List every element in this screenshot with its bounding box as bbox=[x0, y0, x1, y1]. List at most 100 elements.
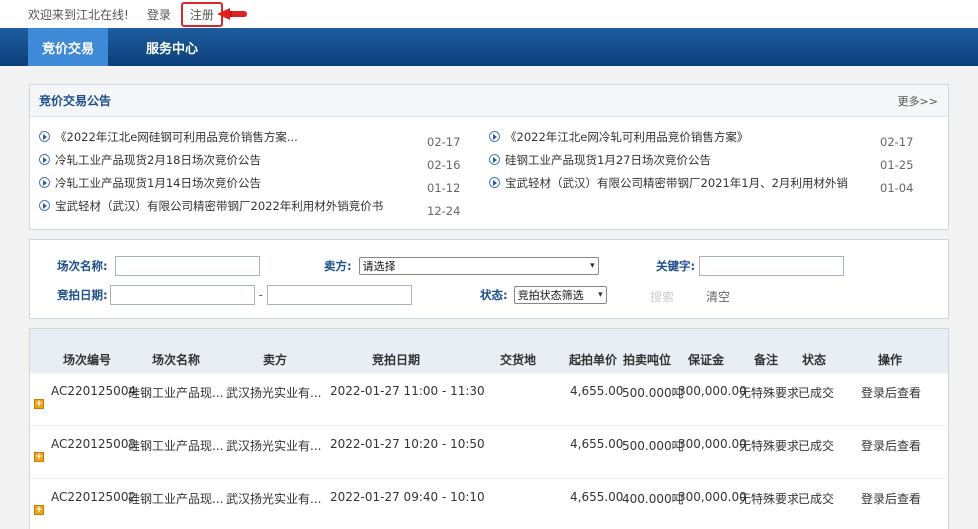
notice-list-left: 《2022年江北e网硅钢可利用品竞价销售方案... 02-17 冷轧工业产品现货… bbox=[30, 125, 480, 218]
notice-item-title[interactable]: 硅钢工业产品现货1月27日场次竞价公告 bbox=[505, 152, 880, 168]
notice-item-date: 01-25 bbox=[880, 157, 914, 172]
session-name-input[interactable] bbox=[114, 256, 260, 276]
chevron-down-icon: ▾ bbox=[598, 290, 603, 300]
cell-auction-date: 2022-01-27 09:40 - 10:10 bbox=[330, 490, 485, 504]
notice-item-title[interactable]: 冷轧工业产品现货2月18日场次竞价公告 bbox=[55, 152, 427, 168]
status-label: 状态: bbox=[480, 288, 508, 302]
col-header-seller: 卖方 bbox=[263, 353, 288, 367]
cell-auction-date: 2022-01-27 10:20 - 10:50 bbox=[330, 437, 485, 451]
cell-tonnage: 400.000吨 bbox=[622, 492, 684, 506]
nav-bidding-trade[interactable]: 竞价交易 bbox=[28, 28, 109, 66]
auction-date-label: 竞拍日期: bbox=[57, 288, 108, 302]
keyword-input[interactable] bbox=[699, 256, 845, 276]
cell-session-id: AC220125004 bbox=[51, 384, 137, 398]
notice-item-date: 02-17 bbox=[880, 134, 914, 149]
cell-session-name: 硅钢工业产品现... bbox=[128, 492, 224, 506]
pointing-hand-icon bbox=[217, 8, 247, 20]
notice-item[interactable]: 冷轧工业产品现货2月18日场次竞价公告 02-16 bbox=[39, 148, 480, 172]
notice-item[interactable]: 硅钢工业产品现货1月27日场次竞价公告 01-25 bbox=[489, 148, 930, 172]
expand-plus-icon[interactable]: + bbox=[34, 452, 44, 462]
table-header: 场次编号 场次名称 卖方 竞拍日期 交货地 起拍单价 拍卖吨位 保证金 备注 状… bbox=[30, 329, 948, 373]
bullet-arrow-icon bbox=[489, 177, 500, 188]
bullet-arrow-icon bbox=[489, 131, 500, 142]
notice-item[interactable]: 《2022年江北e网冷轧可利用品竞价销售方案》 02-17 bbox=[489, 125, 930, 149]
notice-item-date: 02-17 bbox=[427, 134, 461, 149]
view-after-login-link[interactable]: 登录后查看 bbox=[861, 437, 921, 454]
col-header-delivery-place: 交货地 bbox=[500, 353, 537, 367]
cell-remark: 无特殊要求 bbox=[739, 439, 800, 453]
seller-select-value: 请选择 bbox=[362, 260, 396, 273]
notice-item-title[interactable]: 宝武轻材（武汉）有限公司精密带钢厂2022年利用材外销竞价书 bbox=[55, 198, 427, 214]
col-header-status: 状态 bbox=[802, 353, 827, 367]
cell-status: 已成交 bbox=[798, 386, 835, 400]
seller-label: 卖方: bbox=[324, 259, 352, 273]
table-row: + AC220125002 硅钢工业产品现... 武汉扬光实业有... 2022… bbox=[30, 479, 948, 529]
col-header-session-name: 场次名称 bbox=[152, 353, 201, 367]
nav-service-center[interactable]: 服务中心 bbox=[132, 28, 212, 66]
cell-session-id: AC220125003 bbox=[51, 437, 137, 451]
notice-item-date: 01-04 bbox=[880, 180, 914, 195]
bullet-arrow-icon bbox=[39, 200, 50, 211]
cell-auction-date: 2022-01-27 11:00 - 11:30 bbox=[330, 384, 485, 398]
notice-item-title[interactable]: 冷轧工业产品现货1月14日场次竞价公告 bbox=[55, 175, 427, 191]
col-header-auction-date: 竞拍日期 bbox=[372, 353, 421, 367]
col-header-start-price: 起拍单价 bbox=[569, 353, 618, 367]
table-row: + AC220125004 硅钢工业产品现... 武汉扬光实业有... 2022… bbox=[30, 373, 948, 426]
cell-seller: 武汉扬光实业有... bbox=[226, 492, 322, 506]
date-start-input[interactable] bbox=[109, 285, 255, 305]
expand-plus-icon[interactable]: + bbox=[34, 505, 44, 515]
col-header-deposit: 保证金 bbox=[688, 353, 725, 367]
col-header-action: 操作 bbox=[878, 353, 903, 367]
status-select[interactable]: 竞拍状态筛选 ▾ bbox=[513, 286, 607, 304]
cell-seller: 武汉扬光实业有... bbox=[226, 439, 322, 453]
bullet-arrow-icon bbox=[39, 131, 50, 142]
login-link[interactable]: 登录 bbox=[147, 6, 171, 23]
welcome-text: 欢迎来到江北在线! bbox=[28, 7, 129, 22]
notice-panel: 竞价交易公告 更多>> 《2022年江北e网硅钢可利用品竞价销售方案... 02… bbox=[29, 84, 949, 230]
cell-session-name: 硅钢工业产品现... bbox=[128, 386, 224, 400]
filter-panel: 场次名称: 卖方: 请选择 ▾ 关键字: 竞拍日期: - 状态: 竞拍状态筛选 … bbox=[29, 239, 949, 319]
clear-button[interactable]: 清空 bbox=[706, 288, 730, 305]
col-header-tonnage: 拍卖吨位 bbox=[623, 353, 672, 367]
keyword-label: 关键字: bbox=[656, 259, 696, 273]
notice-item-date: 01-12 bbox=[427, 180, 461, 195]
view-after-login-link[interactable]: 登录后查看 bbox=[861, 384, 921, 401]
status-select-value: 竞拍状态筛选 bbox=[517, 289, 584, 302]
cell-tonnage: 500.000吨 bbox=[622, 386, 684, 400]
notice-item[interactable]: 冷轧工业产品现货1月14日场次竞价公告 01-12 bbox=[39, 171, 480, 195]
notice-title: 竞价交易公告 bbox=[39, 94, 112, 108]
notice-item[interactable]: 宝武轻材（武汉）有限公司精密带钢厂2022年利用材外销竞价书 12-24 bbox=[39, 194, 480, 218]
notice-item-date: 12-24 bbox=[427, 203, 461, 218]
notice-list-right: 《2022年江北e网冷轧可利用品竞价销售方案》 02-17 硅钢工业产品现货1月… bbox=[480, 125, 930, 217]
notice-item-title[interactable]: 《2022年江北e网冷轧可利用品竞价销售方案》 bbox=[505, 129, 880, 145]
seller-select[interactable]: 请选择 ▾ bbox=[358, 257, 599, 275]
chevron-down-icon: ▾ bbox=[590, 261, 595, 271]
session-name-label: 场次名称: bbox=[57, 259, 108, 273]
cell-start-price: 4,655.00 bbox=[570, 437, 624, 451]
more-link[interactable]: 更多>> bbox=[898, 93, 938, 109]
cell-session-id: AC220125002 bbox=[51, 490, 137, 504]
cell-seller: 武汉扬光实业有... bbox=[226, 386, 322, 400]
results-table: 场次编号 场次名称 卖方 竞拍日期 交货地 起拍单价 拍卖吨位 保证金 备注 状… bbox=[29, 328, 949, 529]
table-row: + AC220125003 硅钢工业产品现... 武汉扬光实业有... 2022… bbox=[30, 426, 948, 479]
cell-deposit: 300,000.00 bbox=[678, 384, 747, 398]
top-bar: 欢迎来到江北在线! 登录 注册 bbox=[0, 0, 978, 28]
cell-deposit: 300,000.00 bbox=[678, 437, 747, 451]
search-button[interactable]: 搜索 bbox=[650, 288, 674, 305]
cell-tonnage: 500.000吨 bbox=[622, 439, 684, 453]
notice-item[interactable]: 宝武轻材（武汉）有限公司精密带钢厂2021年1月、2月利用材外销 01-04 bbox=[489, 171, 930, 195]
cell-session-name: 硅钢工业产品现... bbox=[128, 439, 224, 453]
notice-item-title[interactable]: 《2022年江北e网硅钢可利用品竞价销售方案... bbox=[55, 129, 427, 145]
notice-item-date: 02-16 bbox=[427, 157, 461, 172]
notice-item-title[interactable]: 宝武轻材（武汉）有限公司精密带钢厂2021年1月、2月利用材外销 bbox=[505, 175, 880, 191]
notice-item[interactable]: 《2022年江北e网硅钢可利用品竞价销售方案... 02-17 bbox=[39, 125, 480, 149]
cell-start-price: 4,655.00 bbox=[570, 490, 624, 504]
main-nav: 竞价交易 服务中心 bbox=[0, 28, 978, 66]
view-after-login-link[interactable]: 登录后查看 bbox=[861, 490, 921, 507]
col-header-remark: 备注 bbox=[754, 353, 779, 367]
date-end-input[interactable] bbox=[266, 285, 412, 305]
date-separator: - bbox=[258, 288, 263, 302]
cell-start-price: 4,655.00 bbox=[570, 384, 624, 398]
expand-plus-icon[interactable]: + bbox=[34, 399, 44, 409]
cell-remark: 无特殊要求 bbox=[739, 492, 800, 506]
